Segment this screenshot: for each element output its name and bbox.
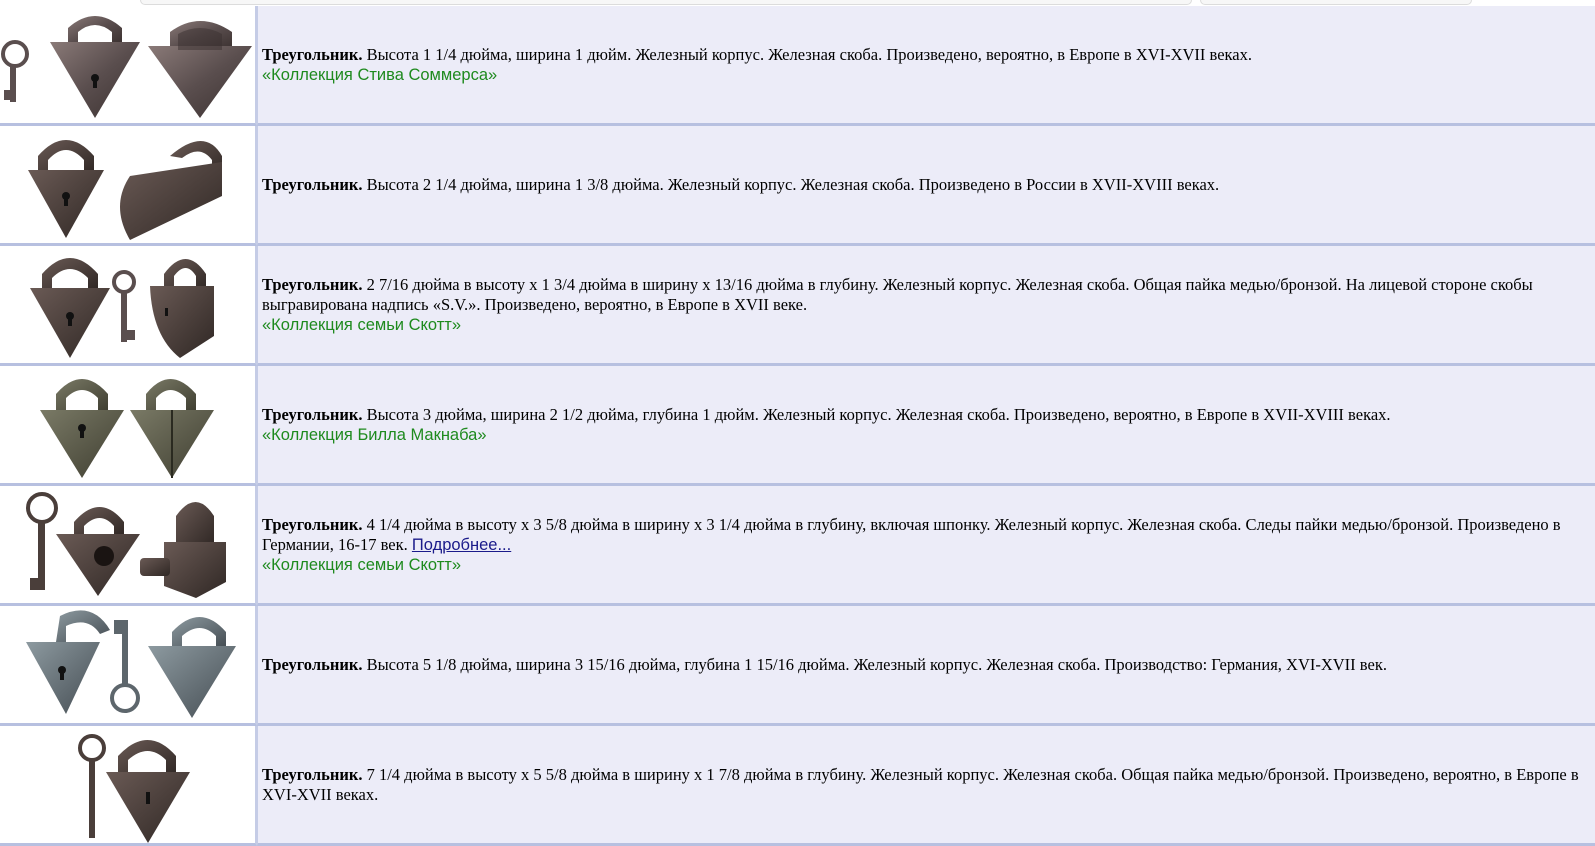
lock-description: Треугольник. Высота 5 1/8 дюйма, ширина … xyxy=(257,606,1595,726)
lock-photo xyxy=(0,726,257,846)
lock-photo xyxy=(0,126,257,246)
lock-title: Треугольник. xyxy=(262,174,363,194)
padlock-icon xyxy=(26,610,110,714)
lock-details: Высота 5 1/8 дюйма, ширина 3 15/16 дюйма… xyxy=(362,654,1387,674)
key-icon xyxy=(110,620,140,713)
collection-label: «Коллекция семьи Скотт» xyxy=(262,555,462,574)
lock-title: Треугольник. xyxy=(262,404,363,424)
lock-title: Треугольник. xyxy=(262,514,363,534)
search-bar-edge[interactable] xyxy=(1200,0,1472,5)
lock-description: Треугольник. Высота 3 дюйма, ширина 2 1/… xyxy=(257,366,1595,486)
lock-description: Треугольник. Высота 2 1/4 дюйма, ширина … xyxy=(257,126,1595,246)
padlock-side-icon xyxy=(150,259,214,358)
padlock-icon xyxy=(28,140,104,238)
lock-photo xyxy=(0,606,257,726)
lock-description: Треугольник. Высота 1 1/4 дюйма, ширина … xyxy=(257,6,1595,126)
table-row: Треугольник. Высота 2 1/4 дюйма, ширина … xyxy=(0,126,1595,246)
table-row: Треугольник. Высота 3 дюйма, ширина 2 1/… xyxy=(0,366,1595,486)
lock-description: Треугольник. 4 1/4 дюйма в высоту x 3 5/… xyxy=(257,486,1595,606)
table-row: Треугольник. Высота 5 1/8 дюйма, ширина … xyxy=(0,606,1595,726)
collection-label: «Коллекция семьи Скотт» xyxy=(262,315,462,334)
key-icon xyxy=(26,492,58,590)
key-icon xyxy=(78,734,106,838)
padlock-side-icon xyxy=(148,617,236,718)
lock-photo xyxy=(0,6,257,126)
padlock-icon xyxy=(50,16,140,118)
lock-details: Высота 1 1/4 дюйма, ширина 1 дюйм. Желез… xyxy=(362,44,1253,64)
padlock-side-icon xyxy=(130,379,214,478)
padlock-side-icon xyxy=(140,502,226,598)
table-row: Треугольник. 2 7/16 дюйма в высоту x 1 3… xyxy=(0,246,1595,366)
table-row: Треугольник. 7 1/4 дюйма в высоту x 5 5/… xyxy=(0,726,1595,846)
lock-title: Треугольник. xyxy=(262,654,363,674)
lock-description: Треугольник. 7 1/4 дюйма в высоту x 5 5/… xyxy=(257,726,1595,846)
lock-photo xyxy=(0,366,257,486)
padlock-side-icon xyxy=(148,21,252,118)
lock-title: Треугольник. xyxy=(262,764,363,784)
lock-title: Треугольник. xyxy=(262,274,363,294)
padlock-icon xyxy=(30,258,110,358)
padlock-icon xyxy=(56,507,140,596)
key-icon xyxy=(112,270,136,342)
lock-details: 7 1/4 дюйма в высоту x 5 5/8 дюйма в шир… xyxy=(262,764,1579,804)
collection-label: «Коллекция Билла Макнаба» xyxy=(262,425,487,444)
key-icon xyxy=(1,40,29,102)
padlock-icon xyxy=(106,740,190,843)
lock-details: Высота 2 1/4 дюйма, ширина 1 3/8 дюйма. … xyxy=(362,174,1220,194)
table-row: Треугольник. 4 1/4 дюйма в высоту x 3 5/… xyxy=(0,486,1595,606)
lock-details: Высота 3 дюйма, ширина 2 1/2 дюйма, глуб… xyxy=(362,404,1391,424)
lock-details: 2 7/16 дюйма в высоту x 1 3/4 дюйма в ши… xyxy=(262,274,1533,314)
lock-table: Треугольник. Высота 1 1/4 дюйма, ширина … xyxy=(0,6,1595,846)
padlock-side-icon xyxy=(120,141,222,240)
collection-label: «Коллекция Стива Соммерса» xyxy=(262,65,498,84)
more-link[interactable]: Подробнее... xyxy=(412,536,511,554)
lock-title: Треугольник. xyxy=(262,44,363,64)
lock-description: Треугольник. 2 7/16 дюйма в высоту x 1 3… xyxy=(257,246,1595,366)
lock-photo xyxy=(0,486,257,606)
lock-photo xyxy=(0,246,257,366)
table-row: Треугольник. Высота 1 1/4 дюйма, ширина … xyxy=(0,6,1595,126)
address-bar-edge[interactable] xyxy=(140,0,1192,5)
padlock-icon xyxy=(40,379,124,478)
